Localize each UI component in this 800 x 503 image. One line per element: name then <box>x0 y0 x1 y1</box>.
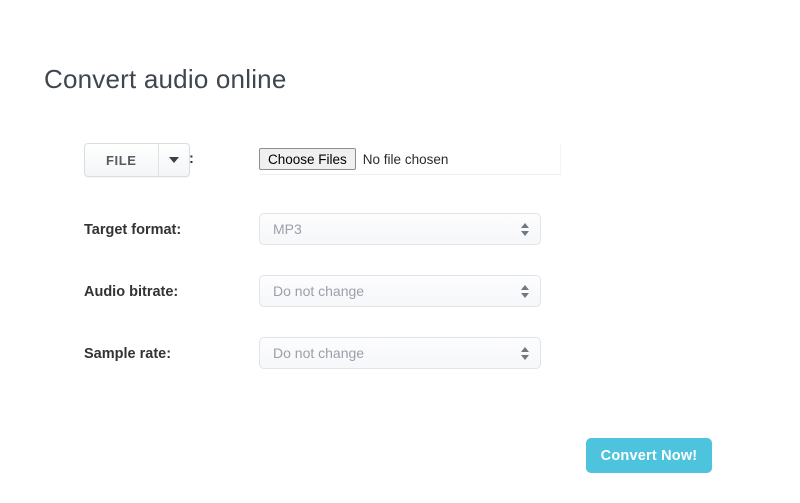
triangle-down-icon <box>521 293 529 298</box>
audio-bitrate-value: Do not change <box>260 283 512 299</box>
filetype-split-button[interactable]: FILE <box>84 143 190 177</box>
audio-bitrate-select[interactable]: Do not change <box>259 275 541 307</box>
sample-rate-label: Sample rate: <box>84 337 252 371</box>
form-row-file: FILE : Choose Files No file chosen <box>0 143 800 177</box>
select-arrows <box>512 285 540 298</box>
sample-rate-value: Do not change <box>260 345 512 361</box>
convert-form: FILE : Choose Files No file chosen Targe… <box>0 0 800 503</box>
sample-rate-select[interactable]: Do not change <box>259 337 541 369</box>
filetype-colon: : <box>189 143 194 175</box>
form-row-target-format: Target format: MP3 <box>0 213 800 247</box>
page-root: Convert audio online FILE : Choose Files… <box>0 0 800 503</box>
chevron-down-icon <box>169 157 179 163</box>
convert-now-button[interactable]: Convert Now! <box>586 438 712 473</box>
triangle-down-icon <box>521 231 529 236</box>
filetype-dropdown-toggle[interactable] <box>159 144 189 176</box>
select-arrows <box>512 223 540 236</box>
triangle-up-icon <box>521 347 529 352</box>
triangle-up-icon <box>521 223 529 228</box>
target-format-select[interactable]: MP3 <box>259 213 541 245</box>
file-status-text: No file chosen <box>363 152 449 167</box>
form-row-sample-rate: Sample rate: Do not change <box>0 337 800 371</box>
choose-files-button[interactable]: Choose Files <box>259 148 356 170</box>
select-arrows <box>512 347 540 360</box>
target-format-label: Target format: <box>84 213 252 247</box>
form-row-audio-bitrate: Audio bitrate: Do not change <box>0 275 800 309</box>
triangle-down-icon <box>521 355 529 360</box>
triangle-up-icon <box>521 285 529 290</box>
file-input-group[interactable]: Choose Files No file chosen <box>259 144 561 175</box>
audio-bitrate-label: Audio bitrate: <box>84 275 252 309</box>
filetype-button[interactable]: FILE <box>85 144 159 176</box>
target-format-value: MP3 <box>260 221 512 237</box>
